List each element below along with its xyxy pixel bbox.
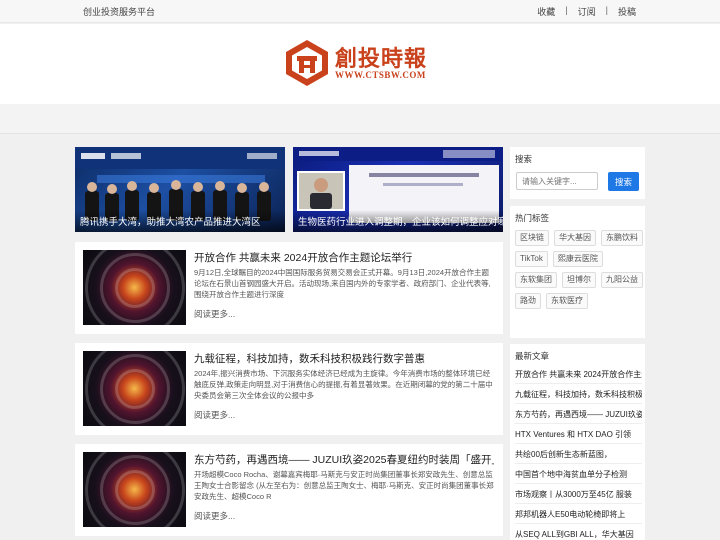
article-title[interactable]: 九载征程，科技加持，数禾科技积极践行数字普惠	[194, 351, 494, 366]
search-panel: 搜索 搜索	[510, 147, 645, 199]
separator: |	[565, 5, 568, 15]
tag-item[interactable]: 坦博尔	[562, 272, 596, 288]
site-header: 創投時報 WWW.CTSBW.COM	[0, 24, 720, 104]
thumbnail-ring	[84, 250, 185, 325]
latest-article-link[interactable]: 市场观察丨从3000万至45亿 服装	[515, 484, 642, 504]
top-links: 收藏 | 订阅 | 投稿	[537, 5, 636, 18]
article-thumbnail[interactable]	[83, 351, 186, 426]
featured-banner-1[interactable]: 腾讯携手大湾，助推大湾农产品推进大湾区	[75, 147, 285, 232]
tag-item[interactable]: 熙康云医院	[552, 251, 603, 267]
article-thumbnail[interactable]	[83, 250, 186, 325]
nav-bar	[0, 104, 720, 134]
latest-article-link[interactable]: 开放合作 共赢未来 2024开放合作主题论坛举行	[515, 364, 642, 384]
tag-item[interactable]: 东软医疗	[546, 293, 588, 309]
latest-article-link[interactable]: 中国首个地中海贫血单分子检测	[515, 464, 642, 484]
logo-chinese-name: 創投時報	[335, 46, 428, 72]
tag-item[interactable]: 区块链	[515, 230, 549, 246]
top-bar: 创业投资服务平台 收藏 | 订阅 | 投稿	[0, 0, 720, 23]
article-summary: 9月12日,全球瞩目的2024中国国际服务贸易交易会正式开幕。9月13日,202…	[194, 268, 491, 299]
search-button[interactable]: 搜索	[608, 172, 639, 191]
latest-articles-title: 最新文章	[515, 351, 550, 361]
site-tagline: 创业投资服务平台	[83, 7, 156, 17]
featured-banners: 腾讯携手大湾，助推大湾农产品推进大湾区 生物医药行业进入调整期，企业该如何调整应…	[75, 147, 503, 232]
read-more-link[interactable]: 阅读更多...	[194, 510, 235, 522]
featured-banner-2[interactable]: 生物医药行业进入调整期，企业该如何调整应对寒冬	[293, 147, 503, 232]
article-thumbnail[interactable]	[83, 452, 186, 527]
thumbnail-ring	[84, 351, 185, 426]
latest-article-link[interactable]: 从SEQ ALL到GBI ALL，华大基因	[515, 524, 642, 540]
latest-article-link[interactable]: 九载征程，科技加持，数禾科技积极践行数字普惠	[515, 384, 642, 404]
thumbnail-ring	[84, 452, 185, 527]
hot-tags-title: 热门标签	[515, 213, 550, 223]
latest-article-link[interactable]: HTX Ventures 和 HTX DAO 引领	[515, 424, 642, 444]
tag-item[interactable]: 东软集团	[515, 272, 557, 288]
tag-item[interactable]: 九阳公益	[601, 272, 643, 288]
latest-articles-list: 开放合作 共赢未来 2024开放合作主题论坛举行 九载征程，科技加持，数禾科技积…	[515, 364, 642, 540]
submit-article-link[interactable]: 投稿	[618, 5, 636, 18]
tag-list: 区块链 华大基因 东鹏饮料 TikTok 熙康云医院 东软集团 坦博尔 九阳公益…	[515, 230, 643, 309]
tag-item[interactable]: 东鹏饮料	[601, 230, 643, 246]
article-summary: 2024年,振兴消费市场、下沉服务实体经济已经成为主旋律。今年消费市场的整体环境…	[194, 369, 493, 400]
tag-item[interactable]: 华大基因	[554, 230, 596, 246]
hot-tags-panel: 热门标签 区块链 华大基因 东鹏饮料 TikTok 熙康云医院 东软集团 坦博尔…	[510, 206, 645, 338]
search-input[interactable]	[516, 172, 598, 190]
latest-articles-panel: 最新文章 开放合作 共赢未来 2024开放合作主题论坛举行 九载征程，科技加持，…	[510, 344, 645, 540]
article-card[interactable]: 东方芍药，再遇西境—— JUZUI玖姿2025春夏纽约时装周「盛开」大秀 开场超…	[75, 444, 503, 536]
tag-item[interactable]: TikTok	[515, 251, 548, 267]
subscribe-link[interactable]: 订阅	[578, 5, 596, 18]
logo-url: WWW.CTSBW.COM	[335, 70, 426, 80]
article-title[interactable]: 东方芍药，再遇西境—— JUZUI玖姿2025春夏纽约时装周「盛开」大秀	[194, 452, 494, 467]
latest-article-link[interactable]: 邦邦机器人E50电动轮椅即将上	[515, 504, 642, 524]
latest-article-link[interactable]: 东方芍药，再遇西境—— JUZUI玖姿2025春夏纽约时装周	[515, 404, 642, 424]
latest-article-link[interactable]: 共绘00后创新生态新蓝图，	[515, 444, 642, 464]
site-logo[interactable]: 創投時報 WWW.CTSBW.COM	[283, 39, 443, 94]
article-card[interactable]: 九载征程，科技加持，数禾科技积极践行数字普惠 2024年,振兴消费市场、下沉服务…	[75, 343, 503, 435]
banner-caption: 腾讯携手大湾，助推大湾农产品推进大湾区	[75, 210, 285, 232]
read-more-link[interactable]: 阅读更多...	[194, 308, 235, 320]
search-title: 搜索	[515, 154, 533, 164]
article-card[interactable]: 开放合作 共赢未来 2024开放合作主题论坛举行 9月12日,全球瞩目的2024…	[75, 242, 503, 334]
tag-item[interactable]: 路劲	[515, 293, 541, 309]
read-more-link[interactable]: 阅读更多...	[194, 409, 235, 421]
favorite-link[interactable]: 收藏	[537, 5, 555, 18]
article-title[interactable]: 开放合作 共赢未来 2024开放合作主题论坛举行	[194, 250, 494, 265]
logo-mark-icon	[286, 40, 328, 86]
separator: |	[605, 5, 608, 15]
article-summary: 开场超模Coco Rocha、谢幕嘉宾梅耶·马斯克与安正时尚集团董事长郑安政先生…	[194, 470, 494, 501]
banner-caption: 生物医药行业进入调整期，企业该如何调整应对寒冬	[293, 210, 503, 232]
